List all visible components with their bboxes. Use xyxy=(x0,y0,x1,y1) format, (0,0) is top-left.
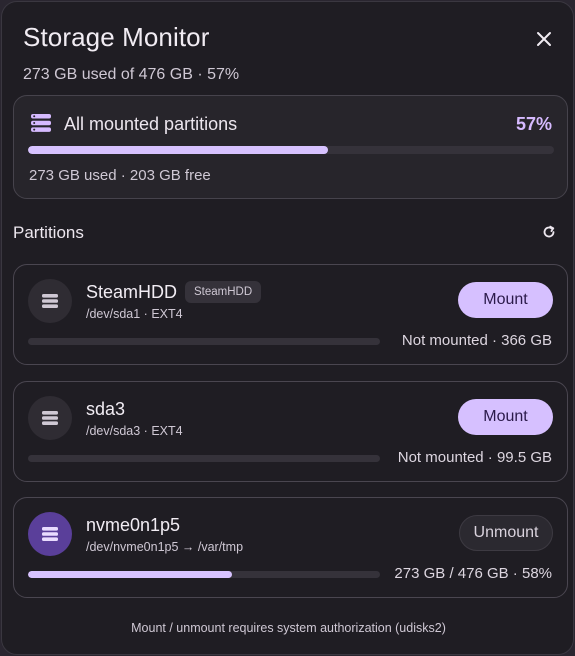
partition-usage-bar xyxy=(28,338,380,345)
partition-name: SteamHDD xyxy=(86,282,178,302)
summary-label: All mounted partitions xyxy=(64,114,238,134)
partition-device: /dev/sda1 · EXT4 xyxy=(86,307,183,321)
usage-subtitle: 273 GB used of 476 GB · 57% xyxy=(23,66,240,83)
panel-title: Storage Monitor xyxy=(23,22,210,52)
close-button[interactable] xyxy=(532,27,556,51)
partition-device: /dev/nvme0n1p5 → /var/tmp xyxy=(86,540,244,554)
summary-percent: 57% xyxy=(515,114,552,134)
drive-icon xyxy=(42,294,58,308)
partition-status: Not mounted · 99.5 GB xyxy=(397,449,552,466)
partition-usage-bar xyxy=(28,455,380,462)
close-icon xyxy=(537,32,551,46)
authorization-note: Mount / unmount requires system authoriz… xyxy=(131,621,446,635)
drive-avatar xyxy=(28,279,72,323)
drive-icon xyxy=(42,411,58,425)
partition-status: 273 GB / 476 GB · 58% xyxy=(394,565,552,582)
mount-button[interactable]: Mount xyxy=(458,282,553,318)
drive-avatar xyxy=(28,396,72,440)
unmount-button[interactable]: Unmount xyxy=(459,515,553,551)
storage-icon xyxy=(30,113,52,138)
refresh-button[interactable] xyxy=(540,223,558,241)
partition-status: Not mounted · 366 GB xyxy=(401,332,552,349)
partition-card-steamhdd: SteamHDD SteamHDD /dev/sda1 · EXT4 Mount… xyxy=(13,264,568,365)
partition-usage-fill xyxy=(28,571,233,578)
partition-card-sda3: sda3 /dev/sda3 · EXT4 Mount Not mounted … xyxy=(13,381,568,482)
mount-button[interactable]: Mount xyxy=(458,399,553,435)
partition-device: /dev/sda3 · EXT4 xyxy=(86,424,183,438)
partition-usage-bar xyxy=(28,571,380,578)
partition-name: nvme0n1p5 xyxy=(86,515,181,535)
partitions-heading: Partitions xyxy=(13,223,84,242)
summary-usage-bar xyxy=(28,146,554,154)
refresh-icon xyxy=(543,225,555,238)
mounted-summary-card: All mounted partitions 57% 273 GB used ·… xyxy=(13,95,568,199)
partition-label-badge: SteamHDD xyxy=(185,281,262,303)
partition-card-nvme0n1p5: nvme0n1p5 /dev/nvme0n1p5 → /var/tmp Unmo… xyxy=(13,497,568,598)
storage-monitor-panel: Storage Monitor 273 GB used of 476 GB · … xyxy=(1,1,574,655)
drive-avatar xyxy=(28,512,72,556)
partition-name: sda3 xyxy=(86,399,126,419)
summary-caption: 273 GB used · 203 GB free xyxy=(29,167,211,184)
summary-usage-fill xyxy=(28,146,328,154)
drive-icon xyxy=(42,527,58,541)
